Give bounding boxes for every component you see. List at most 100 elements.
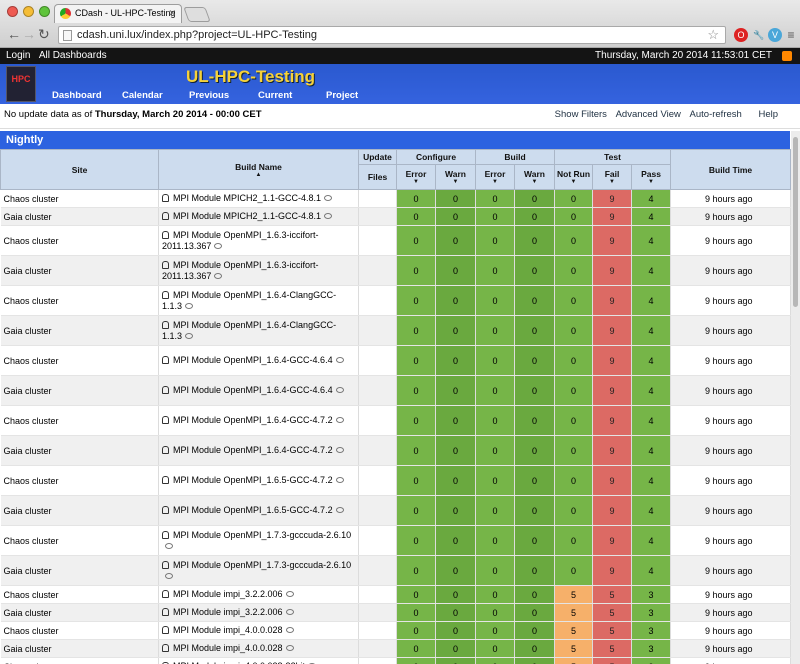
site-cell[interactable]: Chaos cluster bbox=[0, 225, 159, 256]
test-pass-cell[interactable]: 4 bbox=[631, 555, 672, 586]
configure-warn-cell[interactable]: 0 bbox=[435, 603, 477, 622]
test-fail-cell[interactable]: 9 bbox=[592, 315, 633, 346]
test-not-run-cell[interactable]: 0 bbox=[554, 189, 594, 208]
build-name-cell[interactable]: MPI Module OpenMPI_1.7.3-gcccuda-2.6.10 bbox=[158, 525, 359, 556]
note-icon[interactable] bbox=[185, 332, 194, 339]
bookmark-star-icon[interactable]: ☆ bbox=[707, 27, 719, 43]
test-not-run-cell[interactable]: 0 bbox=[554, 555, 594, 586]
test-fail-cell[interactable]: 9 bbox=[592, 375, 633, 406]
note-icon[interactable] bbox=[165, 542, 173, 549]
test-fail-cell[interactable]: 9 bbox=[592, 189, 633, 208]
test-not-run-cell[interactable]: 0 bbox=[554, 255, 594, 286]
header-build-time[interactable]: Build Time bbox=[670, 149, 792, 190]
zoom-window-icon[interactable] bbox=[39, 6, 50, 17]
build-warn-cell[interactable]: 0 bbox=[514, 525, 556, 556]
test-not-run-cell[interactable]: 5 bbox=[554, 603, 594, 622]
build-warn-cell[interactable]: 0 bbox=[514, 603, 556, 622]
build-name-cell[interactable]: MPI Module impi_4.0.0.028 bbox=[158, 639, 359, 658]
test-fail-cell[interactable]: 5 bbox=[592, 585, 633, 604]
build-name-cell[interactable]: MPI Module OpenMPI_1.6.4-ClangGCC-1.1.3 bbox=[158, 285, 359, 316]
test-not-run-cell[interactable]: 0 bbox=[554, 495, 594, 526]
configure-error-cell[interactable]: 0 bbox=[396, 405, 436, 436]
reload-icon[interactable]: ↻ bbox=[38, 25, 50, 43]
test-fail-cell[interactable]: 9 bbox=[592, 207, 633, 226]
configure-warn-cell[interactable]: 0 bbox=[435, 585, 477, 604]
test-fail-cell[interactable]: 9 bbox=[592, 255, 633, 286]
test-pass-cell[interactable]: 3 bbox=[631, 639, 672, 658]
build-name-link[interactable]: MPI Module OpenMPI_1.6.3-iccifort-2011.1… bbox=[162, 230, 319, 251]
build-warn-cell[interactable]: 0 bbox=[514, 465, 556, 496]
site-cell[interactable]: Chaos cluster bbox=[0, 285, 159, 316]
configure-warn-cell[interactable]: 0 bbox=[435, 207, 477, 226]
configure-error-cell[interactable]: 0 bbox=[396, 639, 436, 658]
configure-warn-cell[interactable]: 0 bbox=[435, 285, 477, 316]
build-name-link[interactable]: MPI Module OpenMPI_1.6.4-GCC-4.6.4 bbox=[173, 355, 333, 365]
build-warn-cell[interactable]: 0 bbox=[514, 285, 556, 316]
test-pass-cell[interactable]: 4 bbox=[631, 207, 672, 226]
build-name-cell[interactable]: MPI Module OpenMPI_1.6.4-GCC-4.6.4 bbox=[158, 345, 359, 376]
note-icon[interactable] bbox=[185, 302, 194, 309]
opera-extension-icon[interactable]: O bbox=[734, 28, 748, 42]
build-name-cell[interactable]: MPI Module impi_3.2.2.006 bbox=[158, 585, 359, 604]
build-error-cell[interactable]: 0 bbox=[475, 255, 516, 286]
build-warn-cell[interactable]: 0 bbox=[514, 375, 556, 406]
site-cell[interactable]: Gaia cluster bbox=[0, 255, 159, 286]
configure-error-cell[interactable]: 0 bbox=[396, 525, 436, 556]
configure-error-cell[interactable]: 0 bbox=[396, 585, 436, 604]
configure-error-cell[interactable]: 0 bbox=[396, 207, 436, 226]
nav-dashboard[interactable]: Dashboard bbox=[52, 90, 102, 101]
build-name-link[interactable]: MPI Module MPICH2_1.1-GCC-4.8.1 bbox=[173, 193, 321, 203]
build-warn-cell[interactable]: 0 bbox=[514, 225, 556, 256]
build-name-link[interactable]: MPI Module OpenMPI_1.7.3-gcccuda-2.6.10 bbox=[173, 560, 351, 570]
site-cell[interactable]: Chaos cluster bbox=[0, 465, 159, 496]
header-build-name[interactable]: Build Name ▲ bbox=[158, 149, 359, 190]
build-name-cell[interactable]: MPI Module MPICH2_1.1-GCC-4.8.1 bbox=[158, 189, 359, 208]
build-name-cell[interactable]: MPI Module OpenMPI_1.6.5-GCC-4.7.2 bbox=[158, 465, 359, 496]
configure-error-cell[interactable]: 0 bbox=[396, 657, 436, 664]
build-warn-cell[interactable]: 0 bbox=[514, 315, 556, 346]
build-warn-cell[interactable]: 0 bbox=[514, 405, 556, 436]
new-tab-button[interactable] bbox=[183, 7, 211, 22]
configure-warn-cell[interactable]: 0 bbox=[435, 435, 477, 466]
build-warn-cell[interactable]: 0 bbox=[514, 189, 556, 208]
build-warn-cell[interactable]: 0 bbox=[514, 207, 556, 226]
test-pass-cell[interactable]: 3 bbox=[631, 657, 672, 664]
test-not-run-cell[interactable]: 5 bbox=[554, 621, 594, 640]
test-pass-cell[interactable]: 4 bbox=[631, 255, 672, 286]
configure-warn-cell[interactable]: 0 bbox=[435, 225, 477, 256]
nav-previous[interactable]: Previous bbox=[189, 90, 229, 101]
test-pass-cell[interactable]: 3 bbox=[631, 585, 672, 604]
test-not-run-cell[interactable]: 5 bbox=[554, 657, 594, 664]
configure-warn-cell[interactable]: 0 bbox=[435, 657, 477, 664]
build-name-link[interactable]: MPI Module OpenMPI_1.6.4-GCC-4.6.4 bbox=[173, 385, 333, 395]
test-fail-cell[interactable]: 9 bbox=[592, 555, 633, 586]
test-fail-cell[interactable]: 9 bbox=[592, 405, 633, 436]
build-warn-cell[interactable]: 0 bbox=[514, 555, 556, 586]
test-pass-cell[interactable]: 4 bbox=[631, 465, 672, 496]
header-test-fail[interactable]: Fail ▼ bbox=[592, 164, 633, 190]
configure-error-cell[interactable]: 0 bbox=[396, 225, 436, 256]
test-pass-cell[interactable]: 4 bbox=[631, 405, 672, 436]
build-error-cell[interactable]: 0 bbox=[475, 465, 516, 496]
test-pass-cell[interactable]: 4 bbox=[631, 225, 672, 256]
build-warn-cell[interactable]: 0 bbox=[514, 255, 556, 286]
configure-warn-cell[interactable]: 0 bbox=[435, 621, 477, 640]
test-pass-cell[interactable]: 4 bbox=[631, 435, 672, 466]
header-test-pass[interactable]: Pass ▼ bbox=[631, 164, 672, 190]
note-icon[interactable] bbox=[285, 591, 294, 597]
build-error-cell[interactable]: 0 bbox=[475, 375, 516, 406]
note-icon[interactable] bbox=[335, 417, 344, 423]
build-error-cell[interactable]: 0 bbox=[475, 285, 516, 316]
all-dashboards-link[interactable]: All Dashboards bbox=[39, 50, 107, 61]
configure-warn-cell[interactable]: 0 bbox=[435, 525, 477, 556]
build-name-link[interactable]: MPI Module impi_4.0.0.028 bbox=[173, 625, 283, 635]
build-name-link[interactable]: MPI Module impi_3.2.2.006 bbox=[173, 607, 283, 617]
build-warn-cell[interactable]: 0 bbox=[514, 585, 556, 604]
wrench-extension-icon[interactable]: 🔧 bbox=[752, 28, 766, 42]
header-test-not-run[interactable]: Not Run ▼ bbox=[554, 164, 594, 190]
note-icon[interactable] bbox=[285, 645, 294, 651]
configure-warn-cell[interactable]: 0 bbox=[435, 405, 477, 436]
scrollbar[interactable] bbox=[791, 131, 800, 664]
v-extension-icon[interactable]: V bbox=[768, 28, 782, 42]
configure-warn-cell[interactable]: 0 bbox=[435, 465, 477, 496]
